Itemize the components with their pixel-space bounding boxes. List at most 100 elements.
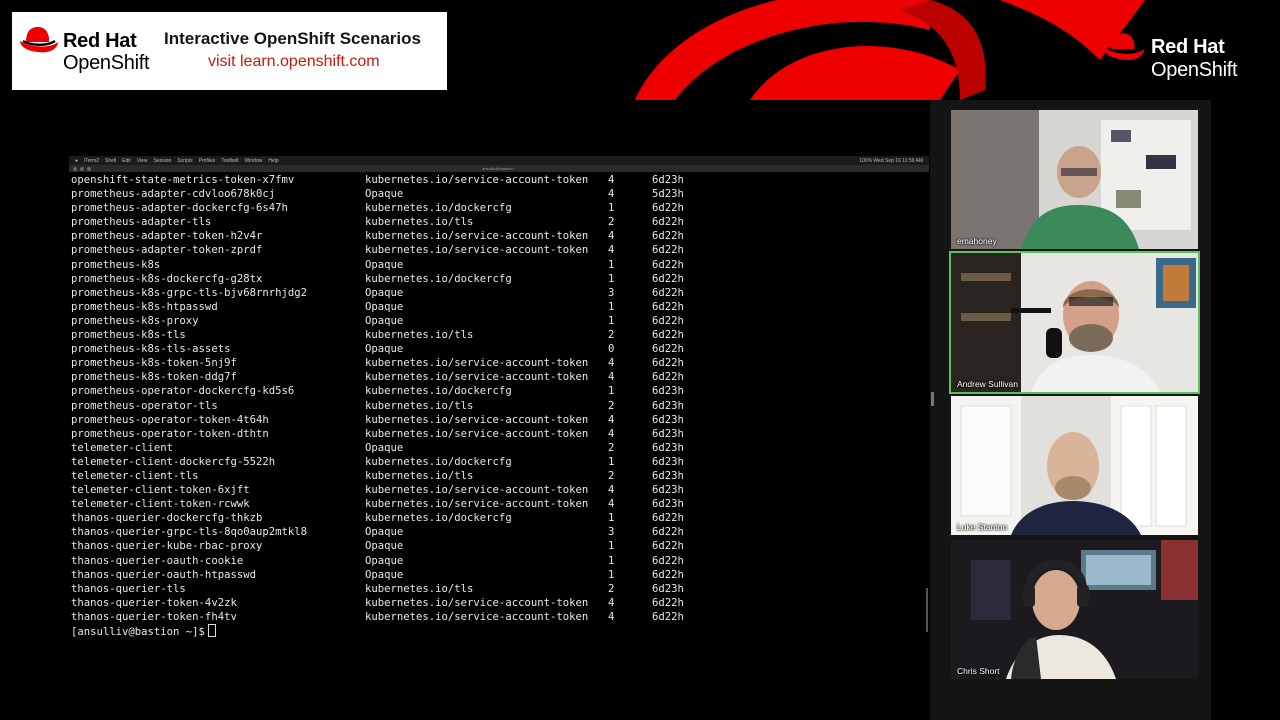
secret-age: 6d23h (652, 174, 684, 186)
secret-age: 6d22h (652, 258, 684, 271)
video-tile-luke-stanton[interactable]: Luke Stanton (951, 396, 1198, 535)
secret-type: kubernetes.io/tls (365, 329, 474, 342)
apple-icon[interactable]: ● (75, 158, 78, 164)
secret-name: prometheus-k8s-dockercfg-g28tx (71, 272, 263, 285)
secret-type: Opaque (365, 258, 404, 271)
secret-row: prometheus-adapter-tls kubernetes.io/tls 2… (71, 215, 929, 229)
secret-age: 6d22h (652, 540, 684, 553)
terminal-titlebar[interactable]: ansulliv@bastion:~ (69, 165, 929, 172)
secret-name: thanos-querier-oauth-cookie (71, 554, 244, 567)
secret-age: 6d23h (652, 455, 684, 468)
secret-name: prometheus-adapter-tls (71, 216, 212, 229)
banner-link[interactable]: visit learn.openshift.com (208, 53, 380, 71)
background-swoosh (635, 0, 1145, 100)
video-tile-andrew-sullivan[interactable]: Andrew Sullivan (949, 251, 1200, 394)
menu-scripts[interactable]: Scripts (177, 158, 192, 164)
secret-age: 6d22h (652, 357, 684, 370)
video-tile-chris-short[interactable]: Chris Short (951, 540, 1198, 679)
secret-type: kubernetes.io/service-account-token (365, 484, 589, 497)
secret-data-count: 2 (608, 399, 615, 412)
secret-age: 5d23h (652, 188, 684, 201)
secret-type: Opaque (365, 568, 404, 581)
secret-age: 6d23h (652, 498, 684, 511)
menu-app[interactable]: iTerm2 (84, 158, 99, 164)
secret-data-count: 4 (608, 371, 615, 384)
prompt-line[interactable]: [ansulliv@bastion ~]$ (71, 624, 929, 639)
video-feed (951, 396, 1198, 535)
secret-type: kubernetes.io/service-account-token (365, 230, 589, 243)
secret-name: prometheus-k8s-htpasswd (71, 300, 218, 313)
secret-data-count: 4 (608, 413, 615, 426)
secret-row: prometheus-operator-token-dthtn kubernete… (71, 427, 929, 441)
terminal-output[interactable]: openshift-state-metrics-token-x7fmv kuber… (71, 173, 929, 642)
secret-age: 6d22h (652, 596, 684, 609)
secret-data-count: 4 (608, 174, 615, 186)
menu-shell[interactable]: Shell (105, 158, 116, 164)
secret-row: telemeter-client-dockercfg-5522h kubernet… (71, 455, 929, 469)
secret-age: 6d22h (652, 286, 684, 299)
secret-data-count: 0 (608, 343, 615, 356)
secret-age: 6d23h (652, 427, 684, 440)
menu-window[interactable]: Window (245, 158, 263, 164)
secret-row: prometheus-k8s-tls kubernetes.io/tls 2 6d22… (71, 328, 929, 342)
secret-name: prometheus-k8s-proxy (71, 314, 199, 327)
secret-name: telemeter-client (71, 441, 174, 454)
secret-type: kubernetes.io/dockercfg (365, 202, 512, 215)
participant-name: Luke Stanton (957, 522, 1008, 532)
secret-row: prometheus-adapter-token-h2v4r kubernetes… (71, 229, 929, 243)
secret-age: 6d23h (652, 413, 684, 426)
menu-edit[interactable]: Edit (122, 158, 131, 164)
secret-name: thanos-querier-dockercfg-thkzb (71, 512, 263, 525)
secret-type: kubernetes.io/tls (365, 469, 474, 482)
secret-name: telemeter-client-tls (71, 469, 199, 482)
secret-age: 6d23h (652, 399, 684, 412)
brand-openshift: OpenShift (1151, 59, 1238, 81)
redhat-logo-icon (1104, 33, 1144, 60)
secret-type: kubernetes.io/service-account-token (365, 596, 589, 609)
secret-age: 6d22h (652, 610, 684, 623)
secret-row: prometheus-operator-dockercfg-kd5s6 kuber… (71, 384, 929, 398)
secret-age: 6d22h (652, 526, 684, 539)
menu-view[interactable]: View (137, 158, 148, 164)
secret-name: prometheus-operator-token-dthtn (71, 427, 269, 440)
secret-row: thanos-querier-token-4v2zk kubernetes.io/… (71, 596, 929, 610)
secret-data-count: 1 (608, 385, 615, 398)
secret-data-count: 4 (608, 244, 615, 257)
menu-help[interactable]: Help (268, 158, 278, 164)
secret-type: kubernetes.io/service-account-token (365, 371, 589, 384)
secret-age: 6d23h (652, 469, 684, 482)
secret-row: telemeter-client-token-6xjft kubernetes.i… (71, 483, 929, 497)
secret-data-count: 1 (608, 512, 615, 525)
secret-type: kubernetes.io/service-account-token (365, 413, 589, 426)
secret-name: prometheus-adapter-cdvloo678k0cj (71, 188, 276, 201)
secret-data-count: 4 (608, 484, 615, 497)
video-tile-emahoney[interactable]: emahoney (951, 110, 1198, 249)
panel-scroll-handle[interactable] (931, 392, 934, 406)
secret-age: 6d23h (652, 385, 684, 398)
banner-title: Interactive OpenShift Scenarios (164, 29, 421, 48)
secret-age: 6d22h (652, 512, 684, 525)
video-feed (951, 253, 1198, 392)
secret-row: prometheus-k8s-tls-assets Opaque 0 6d22h (71, 342, 929, 356)
secret-row: telemeter-client-tls kubernetes.io/tls 2 6d… (71, 469, 929, 483)
menu-session[interactable]: Session (154, 158, 172, 164)
menu-profiles[interactable]: Profiles (199, 158, 216, 164)
secret-data-count: 1 (608, 258, 615, 271)
secret-data-count: 1 (608, 300, 615, 313)
menu-toolbelt[interactable]: Toolbelt (221, 158, 238, 164)
secret-row: thanos-querier-token-fh4tv kubernetes.io/… (71, 610, 929, 624)
secret-data-count: 3 (608, 526, 615, 539)
secret-age: 6d22h (652, 272, 684, 285)
redhat-openshift-logo: Red Hat OpenShift (1102, 30, 1272, 86)
secret-data-count: 4 (608, 427, 615, 440)
secret-name: prometheus-adapter-token-zprdf (71, 244, 263, 257)
terminal-window[interactable]: ● iTerm2 Shell Edit View Session Scripts… (69, 156, 929, 642)
terminal-scrollbar[interactable] (926, 588, 928, 632)
secret-type: Opaque (365, 286, 404, 299)
menubar-status: 100% Wed Sep 16 11:59 AM (859, 157, 923, 164)
brand-openshift: OpenShift (63, 52, 150, 74)
secret-age: 6d22h (652, 371, 684, 384)
secret-row: thanos-querier-tls kubernetes.io/tls 2 6d23… (71, 582, 929, 596)
macos-menubar: ● iTerm2 Shell Edit View Session Scripts… (69, 156, 929, 165)
secret-type: kubernetes.io/tls (365, 582, 474, 595)
